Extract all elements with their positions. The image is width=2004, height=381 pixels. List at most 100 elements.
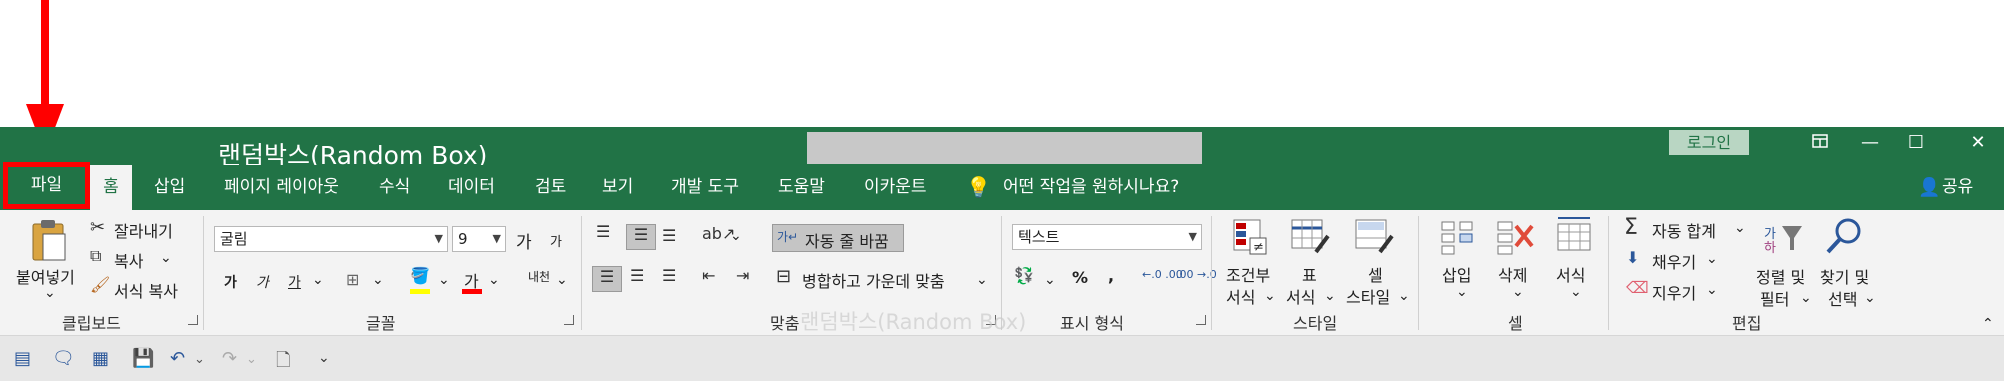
underline-dropdown-icon[interactable]: ⌄ — [312, 272, 324, 288]
redo-icon[interactable]: ↷ — [222, 348, 237, 369]
percent-style-button[interactable]: % — [1072, 268, 1088, 287]
fill-dropdown-icon[interactable]: ⌄ — [1706, 251, 1718, 267]
tell-me-search[interactable]: 어떤 작업을 원하시나요? — [1003, 165, 1179, 210]
cut-button[interactable]: 잘라내기 — [114, 218, 173, 242]
format-painter-button[interactable]: 서식 복사 — [114, 278, 178, 302]
orientation-dropdown-icon[interactable]: ⌄ — [730, 228, 742, 244]
comma-style-button[interactable]: , — [1108, 266, 1114, 285]
align-center-icon[interactable]: ☰ — [630, 266, 644, 285]
merge-dropdown-icon[interactable]: ⌄ — [976, 272, 988, 288]
delete-dropdown-icon[interactable]: ⌄ — [1512, 284, 1524, 300]
save-icon[interactable]: 💾 — [132, 348, 154, 369]
conditional-dropdown-icon[interactable]: ⌄ — [1264, 288, 1276, 304]
find-dropdown-icon[interactable]: ⌄ — [1864, 290, 1876, 306]
tab-data[interactable]: 데이터 — [448, 165, 495, 210]
insert-cells-button[interactable]: 삽입 — [1442, 262, 1471, 286]
align-middle-icon[interactable]: ☰ — [626, 224, 656, 250]
collapse-ribbon-icon[interactable]: ⌃ — [1982, 316, 1994, 332]
tab-review[interactable]: 검토 — [535, 165, 566, 210]
phonetic-dropdown-icon[interactable]: ⌄ — [556, 272, 568, 288]
align-bottom-icon[interactable]: ☰ — [662, 226, 676, 245]
new-document-icon[interactable]: 🗋 — [276, 348, 290, 378]
fill-button[interactable]: 채우기 — [1652, 249, 1696, 273]
insert-dropdown-icon[interactable]: ⌄ — [1456, 284, 1468, 300]
table-dropdown-icon[interactable]: ⌄ — [1324, 288, 1336, 304]
phonetic-button[interactable]: 내천 — [528, 268, 550, 285]
tab-page-layout[interactable]: 페이지 레이아웃 — [224, 165, 339, 210]
sort-filter-label-2[interactable]: 필터 — [1760, 286, 1789, 310]
increase-indent-icon[interactable]: ⇥ — [736, 266, 749, 285]
styles-group-label: 스타일 — [1293, 314, 1338, 333]
sort-dropdown-icon[interactable]: ⌄ — [1800, 290, 1812, 306]
layout-icon[interactable]: ▦ — [92, 348, 109, 369]
tab-home[interactable]: 홈 — [90, 165, 132, 210]
font-name-combo[interactable]: 굴림 ▼ — [214, 226, 448, 252]
undo-icon[interactable]: ↶ — [170, 348, 185, 369]
autosum-dropdown-icon[interactable]: ⌄ — [1734, 220, 1746, 236]
align-top-icon[interactable]: ☰ — [596, 222, 610, 241]
border-icon[interactable]: ⊞ — [346, 270, 359, 289]
fill-color-dropdown-icon[interactable]: ⌄ — [438, 272, 450, 288]
share-button[interactable]: 공유 — [1942, 165, 1973, 210]
font-color-dropdown-icon[interactable]: ⌄ — [488, 272, 500, 288]
font-size-combo[interactable]: 9 ▼ — [452, 226, 506, 252]
tab-formulas[interactable]: 수식 — [379, 165, 410, 210]
maximize-button[interactable]: ☐ — [1896, 130, 1936, 156]
tab-file[interactable]: 파일 — [3, 162, 90, 209]
number-launcher-icon[interactable] — [1196, 315, 1206, 325]
clipboard-group-label: 클립보드 — [62, 314, 121, 333]
paste-icon[interactable] — [28, 218, 70, 262]
delete-cells-button[interactable]: 삭제 — [1498, 262, 1527, 286]
align-left-icon[interactable]: ☰ — [592, 266, 622, 292]
close-button[interactable]: ✕ — [1958, 130, 1998, 156]
undo-dropdown-icon[interactable]: ⌄ — [194, 352, 205, 367]
minimize-button[interactable]: — — [1850, 130, 1890, 156]
conditional-formatting-label-2[interactable]: 서식 — [1226, 284, 1255, 308]
tab-developer[interactable]: 개발 도구 — [671, 165, 739, 210]
grow-font-button[interactable]: 가 — [516, 228, 532, 253]
autosum-button[interactable]: 자동 합계 — [1652, 218, 1716, 242]
font-launcher-icon[interactable] — [564, 315, 574, 325]
fill-icon: ⬇ — [1626, 248, 1640, 267]
find-select-label-2[interactable]: 선택 — [1828, 286, 1857, 310]
cell-styles-label[interactable]: 셀 — [1368, 262, 1383, 286]
cell-styles-label-2[interactable]: 스타일 — [1346, 284, 1390, 308]
clear-button[interactable]: 지우기 — [1652, 280, 1696, 304]
conditional-formatting-label[interactable]: 조건부 — [1226, 262, 1270, 286]
italic-button[interactable]: 가 — [256, 272, 269, 292]
redo-dropdown-icon[interactable]: ⌄ — [246, 352, 257, 367]
sort-filter-label[interactable]: 정렬 및 — [1756, 264, 1805, 288]
decrease-indent-icon[interactable]: ⇤ — [702, 266, 715, 285]
border-dropdown-icon[interactable]: ⌄ — [372, 272, 384, 288]
customize-toolbar-icon[interactable]: ⌄ — [318, 350, 330, 366]
fill-color-icon[interactable]: 🪣 — [410, 266, 430, 285]
find-select-label[interactable]: 찾기 및 — [1820, 264, 1869, 288]
align-right-icon[interactable]: ☰ — [662, 266, 676, 285]
comment-icon[interactable]: 🗨 — [52, 348, 75, 369]
accounting-format-icon[interactable]: 💱 — [1014, 266, 1034, 285]
format-cells-button[interactable]: 서식 — [1556, 262, 1585, 286]
tab-view[interactable]: 보기 — [602, 165, 633, 210]
format-as-table-label[interactable]: 표 — [1302, 262, 1317, 286]
tab-account[interactable]: 이카운트 — [864, 165, 927, 210]
bold-button[interactable]: 가 — [224, 272, 237, 292]
number-format-combo[interactable]: 텍스트 ▼ — [1012, 224, 1202, 250]
format-dropdown-icon[interactable]: ⌄ — [1570, 284, 1582, 300]
shrink-font-button[interactable]: 가 — [550, 231, 562, 250]
tab-insert[interactable]: 삽입 — [154, 165, 185, 210]
login-button[interactable]: 로그인 — [1669, 130, 1749, 155]
clear-dropdown-icon[interactable]: ⌄ — [1706, 282, 1718, 298]
clipboard-launcher-icon[interactable] — [188, 315, 198, 325]
underline-button[interactable]: 가 — [288, 272, 301, 292]
paste-dropdown-icon[interactable]: ⌄ — [44, 285, 56, 301]
ribbon-display-options-button[interactable] — [1800, 130, 1840, 156]
accounting-dropdown-icon[interactable]: ⌄ — [1044, 272, 1056, 288]
merge-center-button[interactable]: 병합하고 가운데 맞춤 — [802, 268, 945, 292]
cell-styles-dropdown-icon[interactable]: ⌄ — [1398, 288, 1410, 304]
form-icon[interactable]: ▤ — [14, 348, 31, 369]
copy-dropdown-icon[interactable]: ⌄ — [160, 250, 172, 266]
copy-button[interactable]: 복사 — [114, 248, 143, 272]
wrap-text-button[interactable]: 가↵ 자동 줄 바꿈 — [772, 224, 904, 252]
tab-help[interactable]: 도움말 — [778, 165, 825, 210]
format-as-table-label-2[interactable]: 서식 — [1286, 284, 1315, 308]
